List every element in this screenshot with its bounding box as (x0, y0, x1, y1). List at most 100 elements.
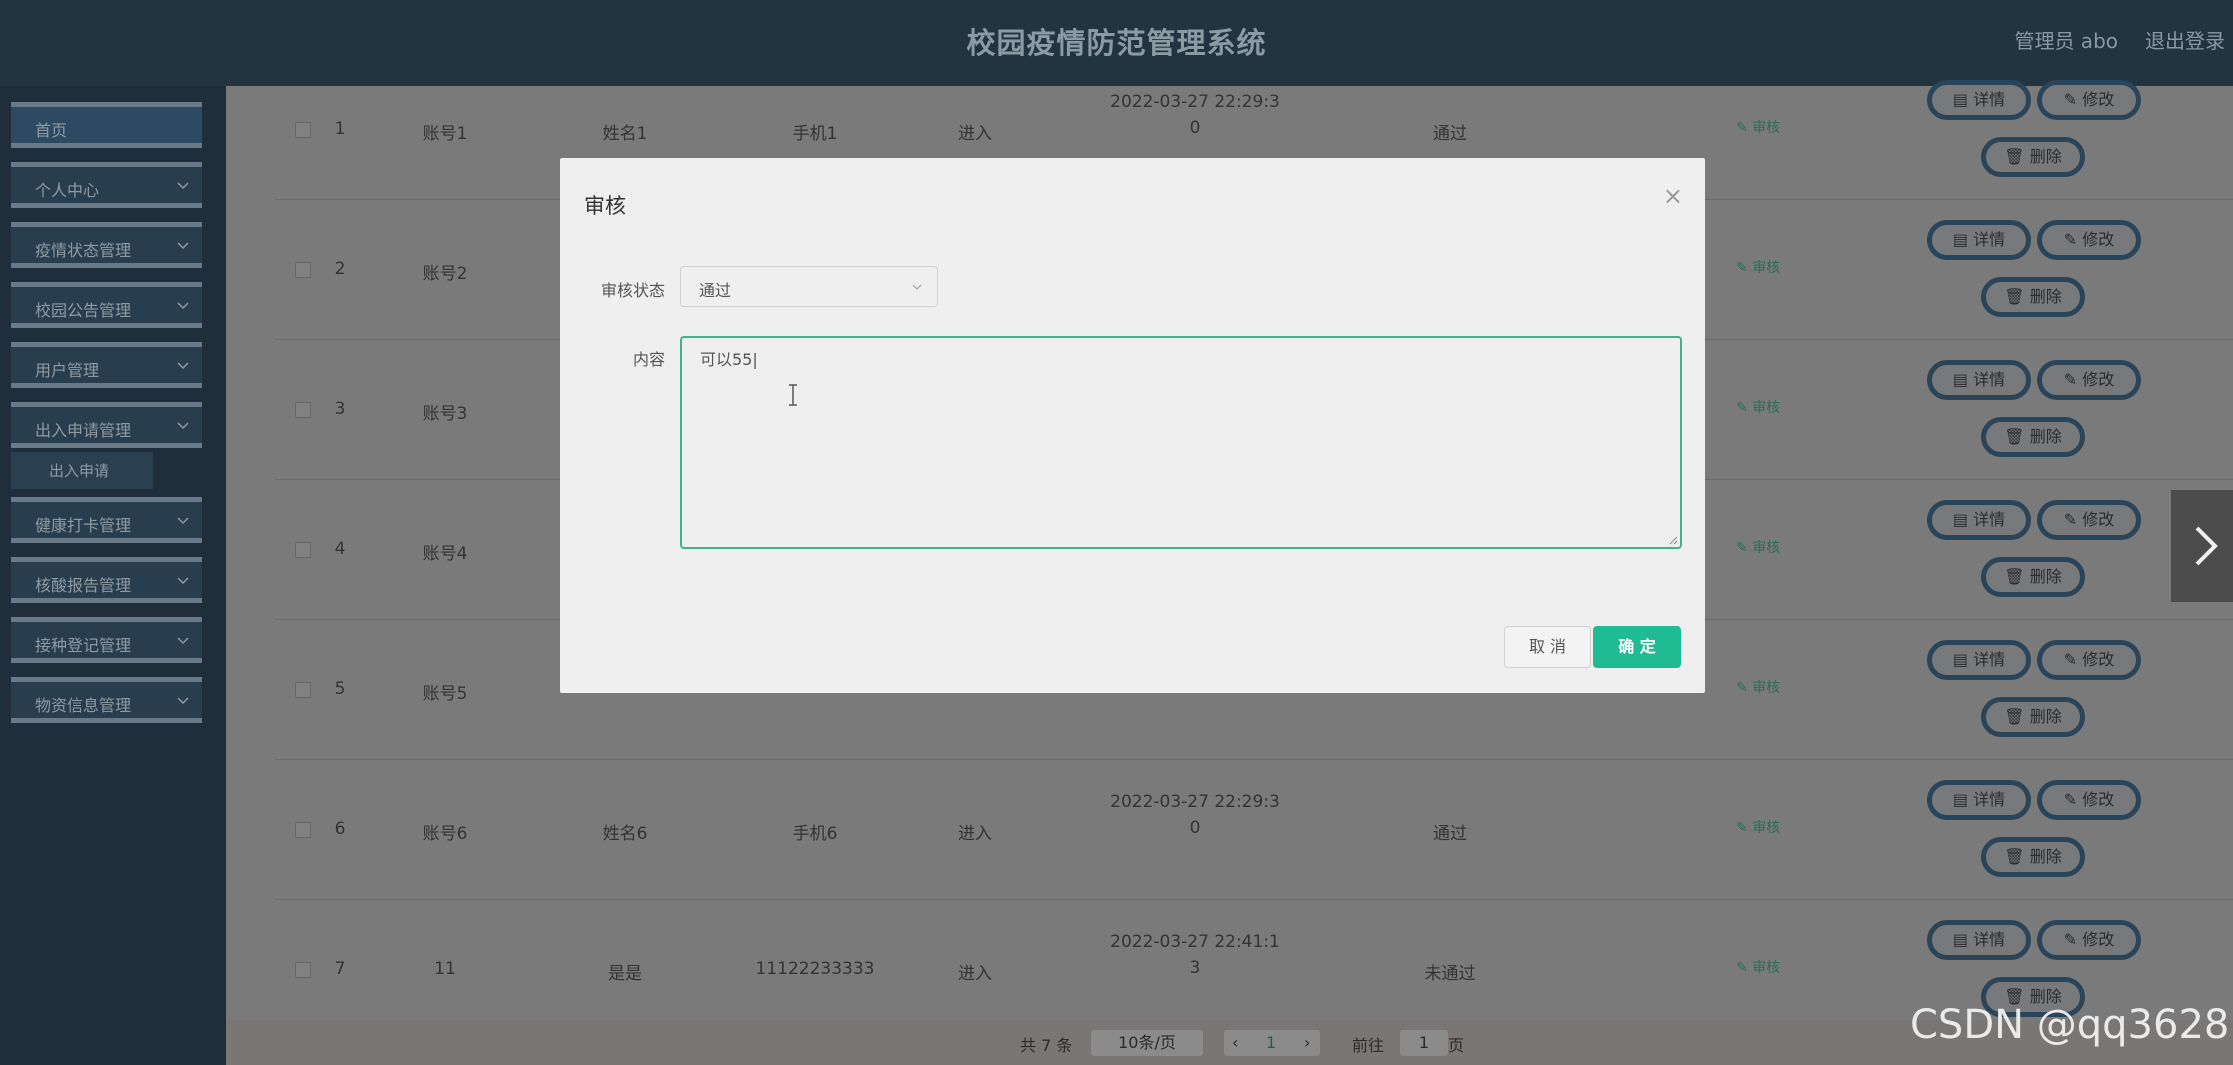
edit-icon: ✎ (2063, 90, 2083, 109)
edit-icon: ✎ (1736, 960, 1753, 976)
row-name: 是是 (608, 964, 642, 984)
pager-goto-input[interactable]: 1 (1400, 1030, 1448, 1056)
delete-label: 删除 (2029, 287, 2062, 306)
audit-link[interactable]: ✎ 审核 (1736, 677, 1780, 697)
sidebar-item-personal-center[interactable]: 个人中心 (11, 162, 202, 208)
audit-label: 审核 (1752, 680, 1781, 696)
row-checkbox[interactable] (295, 682, 311, 698)
confirm-button[interactable]: 确 定 (1593, 626, 1681, 668)
sidebar-item-vaccination[interactable]: 接种登记管理 (11, 617, 202, 663)
row-phone: 手机6 (792, 824, 838, 844)
edit-label: 修改 (2082, 510, 2115, 529)
delete-button[interactable]: 🗑 删除 (1981, 557, 2085, 597)
edit-button[interactable]: ✎ 修改 (2037, 360, 2141, 400)
sidebar-item-access-requests[interactable]: 出入申请管理 (11, 402, 202, 448)
logout-link[interactable]: 退出登录 (2145, 25, 2225, 54)
sidebar-item-home[interactable]: 首页 (11, 102, 202, 148)
row-checkbox[interactable] (295, 122, 311, 138)
edit-icon: ✎ (2063, 510, 2083, 529)
audit-label: 审核 (1752, 540, 1781, 556)
sidebar-item-label: 个人中心 (35, 181, 100, 200)
audit-status-select[interactable]: 通过 (680, 266, 938, 307)
detail-button[interactable]: ▤ 详情 (1927, 360, 2031, 400)
pager-controls: ‹ 1 › (1224, 1030, 1320, 1056)
row-checkbox[interactable] (295, 262, 311, 278)
audit-link[interactable]: ✎ 审核 (1736, 117, 1780, 137)
sidebar-item-label: 用户管理 (35, 361, 100, 380)
edit-button[interactable]: ✎ 修改 (2037, 920, 2141, 960)
detail-button[interactable]: ▤ 详情 (1927, 500, 2031, 540)
sidebar-item-users[interactable]: 用户管理 (11, 342, 202, 388)
audit-status-value: 通过 (699, 281, 732, 300)
chevron-left-icon[interactable]: ‹ (1232, 1030, 1238, 1056)
detail-button[interactable]: ▤ 详情 (1927, 80, 2031, 120)
edit-label: 修改 (2082, 790, 2115, 809)
sidebar-item-supplies[interactable]: 物资信息管理 (11, 677, 202, 723)
chevron-right-icon[interactable]: › (1304, 1030, 1310, 1056)
sidebar-item-epidemic-status[interactable]: 疫情状态管理 (11, 222, 202, 268)
chevron-down-icon (177, 517, 189, 525)
edit-button[interactable]: ✎ 修改 (2037, 220, 2141, 260)
sidebar-item-health-checkin[interactable]: 健康打卡管理 (11, 497, 202, 543)
row-checkbox[interactable] (295, 822, 311, 838)
detail-label: 详情 (1973, 90, 2006, 109)
trash-icon: 🗑 (2004, 847, 2030, 866)
audit-content-value: 可以55| (700, 350, 758, 369)
edit-button[interactable]: ✎ 修改 (2037, 780, 2141, 820)
audit-link[interactable]: ✎ 审核 (1736, 817, 1780, 837)
row-checkbox[interactable] (295, 962, 311, 978)
chevron-down-icon (177, 302, 189, 310)
document-icon: ▤ (1952, 930, 1974, 949)
audit-link[interactable]: ✎ 审核 (1736, 257, 1780, 277)
row-time: 2022-03-27 22:41:1 (1110, 932, 1280, 952)
row-phone: 手机1 (792, 124, 838, 144)
delete-button[interactable]: 🗑 删除 (1981, 137, 2085, 177)
sidebar-item-label: 首页 (35, 121, 68, 140)
detail-button[interactable]: ▤ 详情 (1927, 220, 2031, 260)
row-index: 7 (334, 959, 346, 979)
status-field-label: 审核状态 (600, 281, 665, 300)
pager-current-page[interactable]: 1 (1266, 1030, 1276, 1056)
content-field-label: 内容 (632, 350, 665, 369)
delete-label: 删除 (2029, 707, 2062, 726)
delete-button[interactable]: 🗑 删除 (1981, 417, 2085, 457)
row-time-tail: 0 (1189, 118, 1201, 138)
audit-content-textarea[interactable]: 可以55| (680, 336, 1682, 549)
edit-button[interactable]: ✎ 修改 (2037, 500, 2141, 540)
edit-icon: ✎ (1736, 680, 1753, 696)
close-icon[interactable]: × (1663, 182, 1683, 210)
sidebar-item-campus-notice[interactable]: 校园公告管理 (11, 282, 202, 328)
detail-label: 详情 (1973, 370, 2006, 389)
detail-button[interactable]: ▤ 详情 (1927, 920, 2031, 960)
detail-label: 详情 (1973, 930, 2006, 949)
row-phone: 11122233333 (755, 959, 875, 979)
document-icon: ▤ (1952, 790, 1974, 809)
page-size-value: 10条/页 (1118, 1033, 1176, 1052)
delete-button[interactable]: 🗑 删除 (1981, 837, 2085, 877)
row-checkbox[interactable] (295, 542, 311, 558)
audit-link[interactable]: ✎ 审核 (1736, 957, 1780, 977)
sidebar-item-nucleic-report[interactable]: 核酸报告管理 (11, 557, 202, 603)
resize-handle-icon[interactable] (1668, 535, 1678, 545)
row-checkbox[interactable] (295, 402, 311, 418)
next-slide-button[interactable] (2171, 490, 2233, 602)
row-status: 未通过 (1424, 964, 1476, 984)
delete-label: 删除 (2029, 847, 2062, 866)
delete-button[interactable]: 🗑 删除 (1981, 697, 2085, 737)
sidebar-item-label: 接种登记管理 (35, 636, 132, 655)
page-size-select[interactable]: 10条/页 (1091, 1030, 1203, 1056)
audit-link[interactable]: ✎ 审核 (1736, 537, 1780, 557)
audit-link[interactable]: ✎ 审核 (1736, 397, 1780, 417)
detail-button[interactable]: ▤ 详情 (1927, 780, 2031, 820)
chevron-down-icon (177, 637, 189, 645)
sidebar-subitem-access-request[interactable]: 出入申请 (11, 452, 153, 489)
cancel-button[interactable]: 取 消 (1504, 626, 1591, 668)
edit-label: 修改 (2082, 930, 2115, 949)
edit-button[interactable]: ✎ 修改 (2037, 640, 2141, 680)
sidebar: 首页 个人中心 疫情状态管理 校园公告管理 用户管理 出入申请管理 出入申请 健… (0, 86, 226, 1065)
delete-button[interactable]: 🗑 删除 (1981, 277, 2085, 317)
detail-button[interactable]: ▤ 详情 (1927, 640, 2031, 680)
edit-button[interactable]: ✎ 修改 (2037, 80, 2141, 120)
pager-goto-label: 前往 (1352, 1036, 1385, 1055)
row-status: 通过 (1433, 824, 1467, 844)
